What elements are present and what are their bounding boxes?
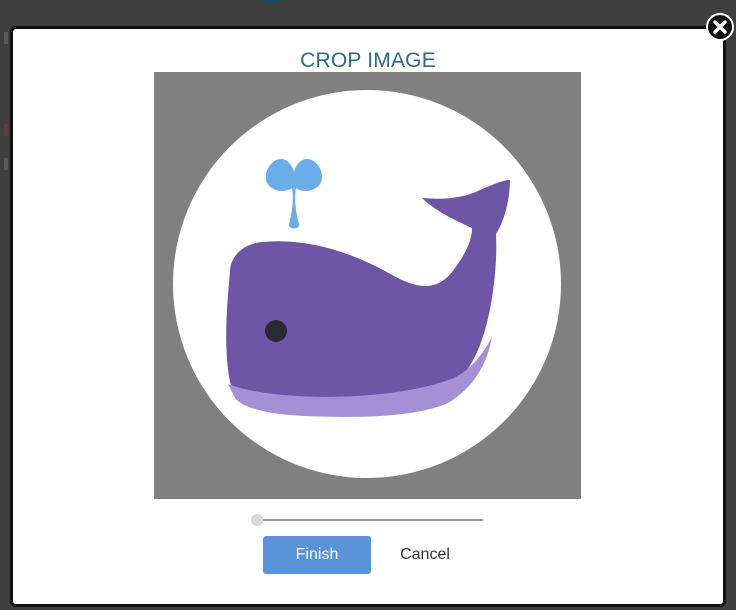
crop-canvas[interactable] [154, 72, 581, 499]
finish-button[interactable]: Finish [263, 536, 371, 574]
crop-image-preview[interactable] [154, 72, 581, 499]
zoom-slider-handle[interactable] [251, 514, 263, 526]
background-element [4, 124, 8, 136]
zoom-slider-track[interactable] [257, 519, 483, 521]
close-button[interactable] [706, 13, 734, 41]
close-icon[interactable] [706, 13, 734, 41]
cancel-button[interactable]: Cancel [385, 536, 465, 574]
background-element [4, 32, 8, 44]
background-element [4, 158, 8, 170]
zoom-slider[interactable] [251, 509, 487, 529]
dialog-title: CROP IMAGE [300, 49, 436, 72]
whale-eye [265, 320, 287, 342]
crop-image-dialog: CROP IMAGE Finish Cancel [10, 26, 726, 607]
background-avatar [252, 0, 292, 4]
